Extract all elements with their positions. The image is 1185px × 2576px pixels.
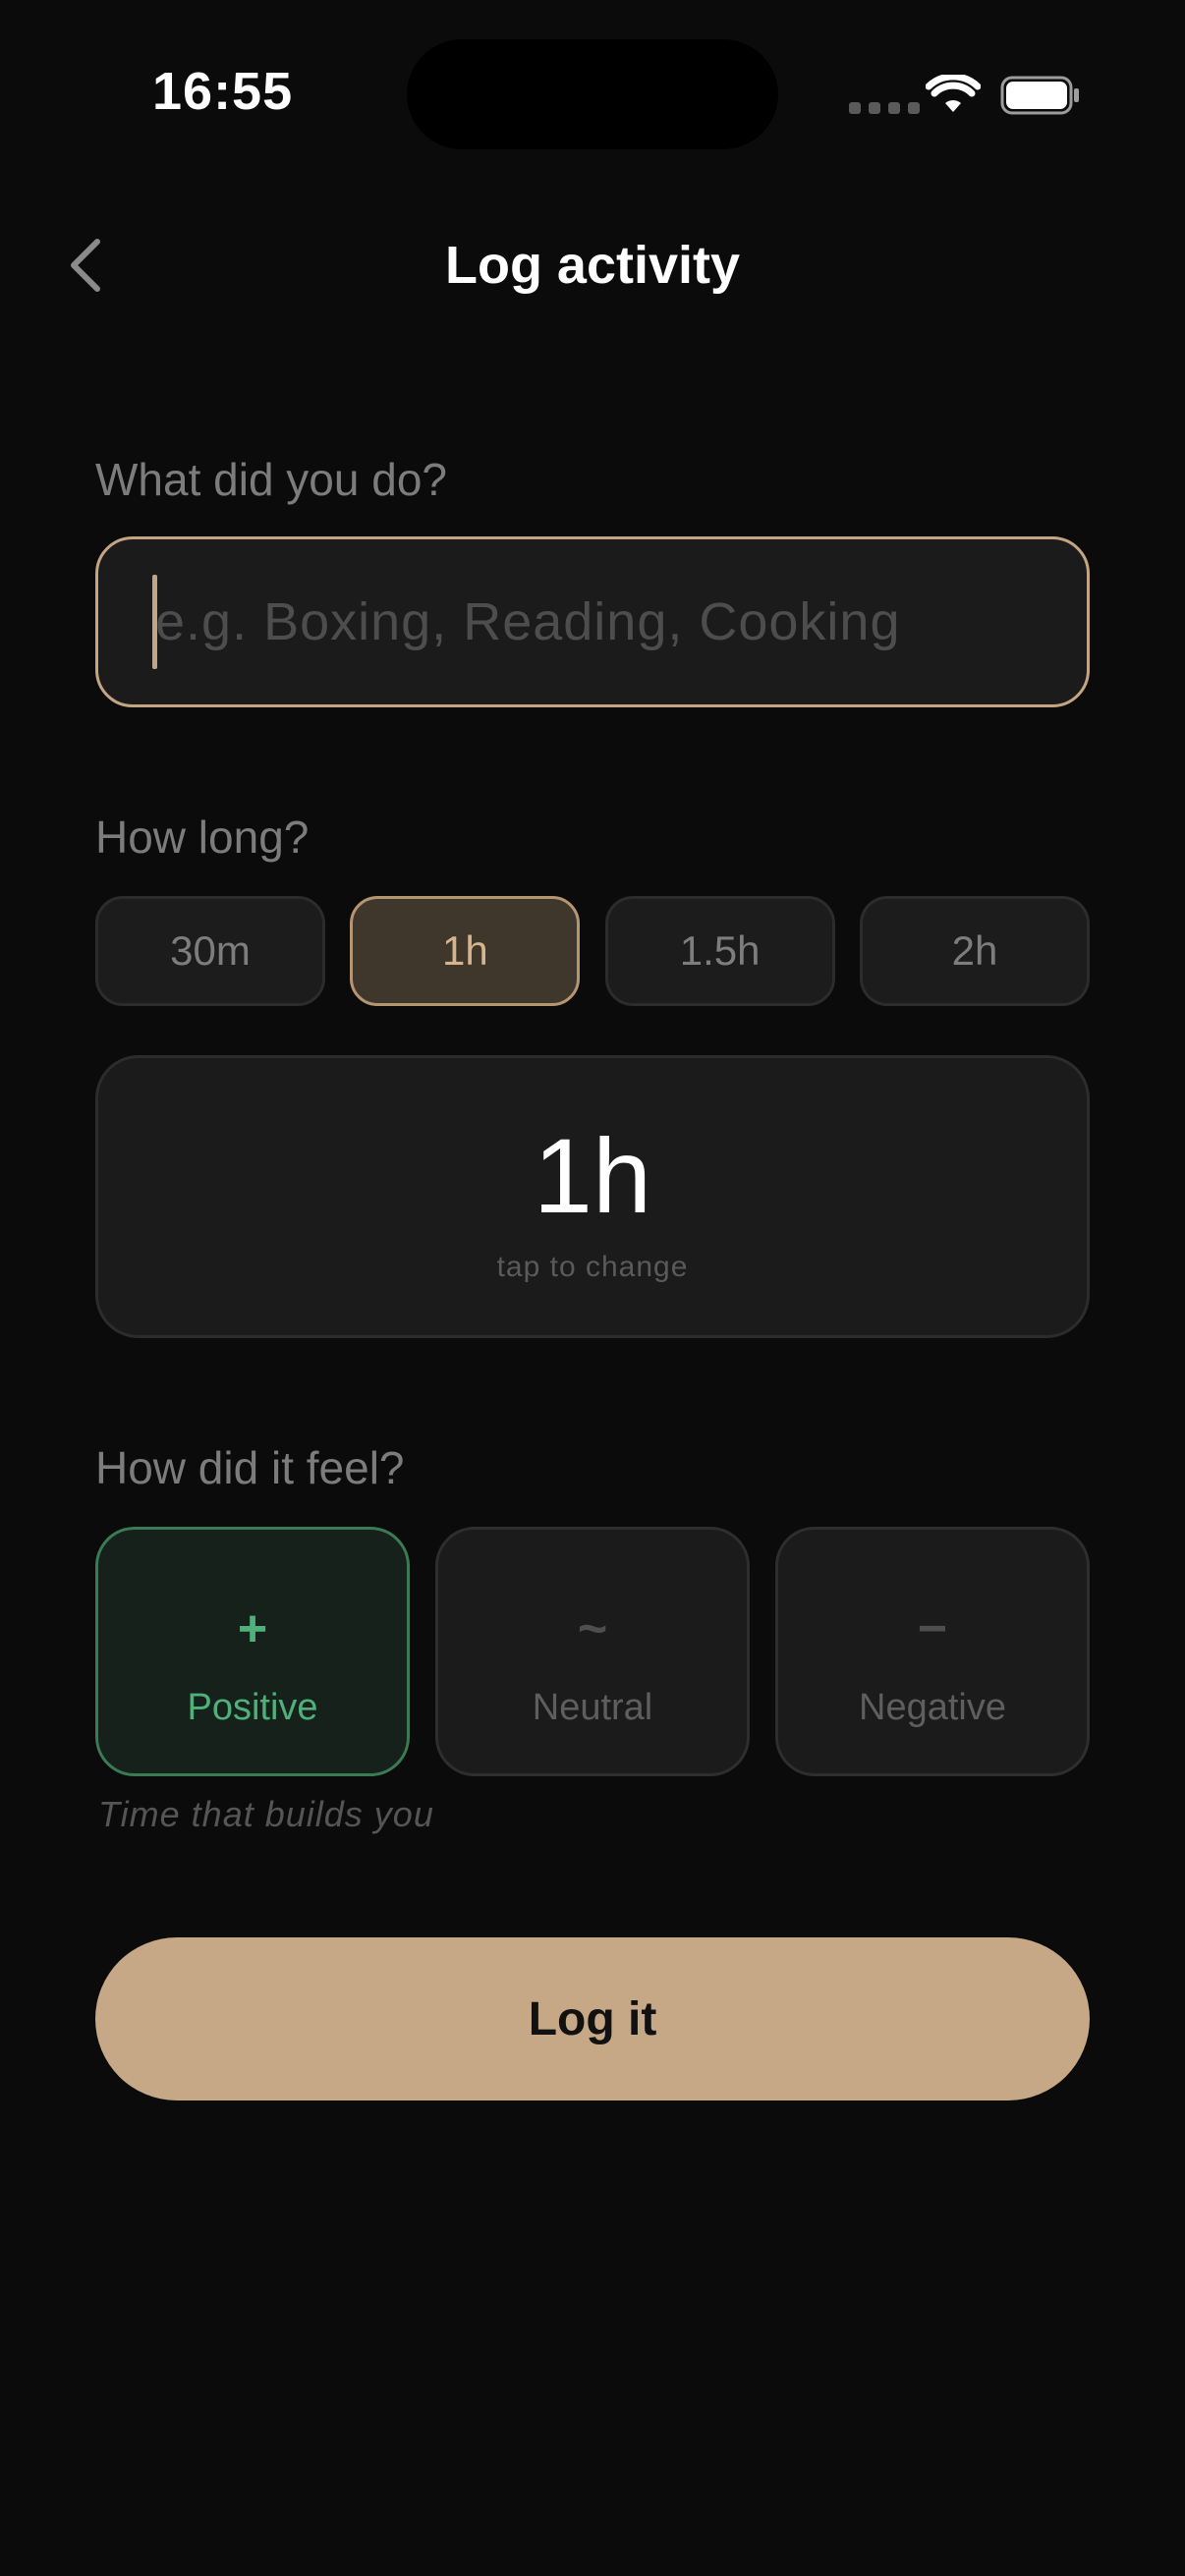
feeling-negative-label: Negative [859,1687,1006,1728]
dynamic-island [407,39,778,149]
duration-chip-2h[interactable]: 2h [859,896,1090,1006]
duration-label: How long? [95,812,310,863]
duration-chip-1-5h[interactable]: 1.5h [604,896,835,1006]
feeling-caption: Time that builds you [98,1794,434,1834]
wifi-icon [926,75,981,112]
log-it-button[interactable]: Log it [95,1937,1090,2100]
feeling-options: + Positive ~ Neutral − Negative [95,1527,1090,1776]
feeling-positive-label: Positive [187,1687,318,1728]
duration-hint: tap to change [496,1251,689,1283]
minus-icon: − [917,1600,948,1657]
feeling-label: How did it feel? [95,1442,405,1493]
duration-chip-1h[interactable]: 1h [350,896,581,1006]
duration-chip-30m[interactable]: 30m [95,896,325,1006]
battery-icon [1000,76,1079,115]
feeling-neutral-button[interactable]: ~ Neutral [435,1527,750,1776]
feeling-negative-button[interactable]: − Negative [775,1527,1090,1776]
plus-icon: + [237,1600,268,1657]
duration-value: 1h [533,1116,652,1235]
cellular-signal-icon [849,102,920,114]
duration-display[interactable]: 1h tap to change [95,1055,1090,1338]
activity-input-container[interactable] [95,536,1090,707]
page-title: Log activity [444,236,741,295]
activity-label: What did you do? [95,454,448,505]
duration-options: 30m 1h 1.5h 2h [95,896,1090,1006]
activity-input[interactable] [151,539,1040,704]
status-time: 16:55 [152,62,294,121]
text-cursor [152,575,157,669]
feeling-neutral-label: Neutral [532,1687,653,1728]
tilde-icon: ~ [577,1600,608,1657]
feeling-positive-button[interactable]: + Positive [95,1527,410,1776]
